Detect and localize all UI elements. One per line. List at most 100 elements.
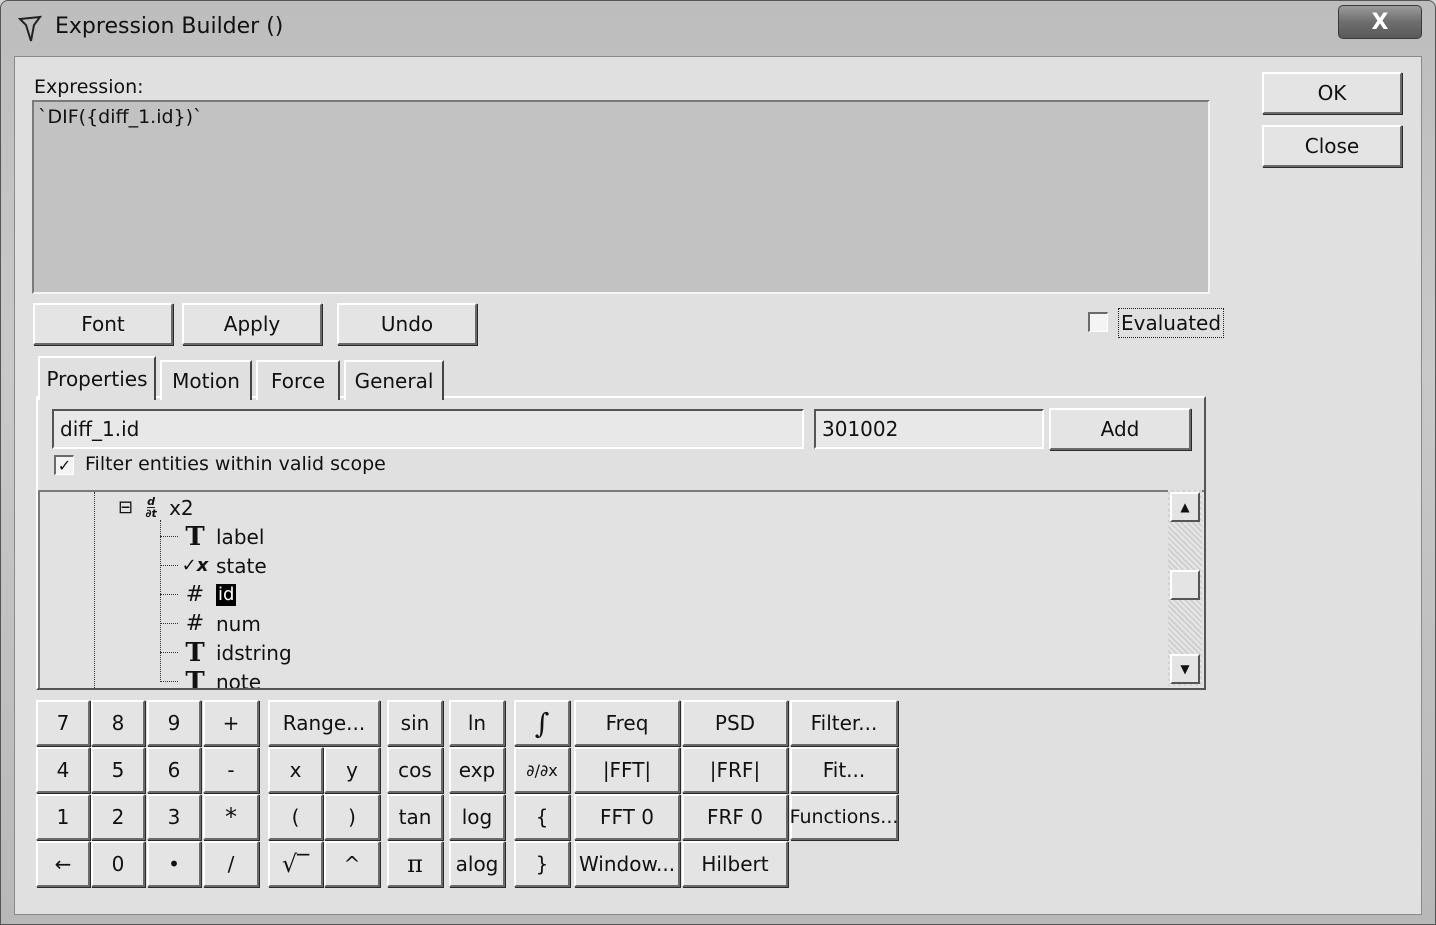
app-icon [17, 15, 43, 42]
fit-button[interactable]: Fit... [790, 747, 898, 793]
key-sin[interactable]: sin [387, 700, 443, 746]
scroll-up-button[interactable]: ▲ [1170, 492, 1200, 522]
tab-motion[interactable]: Motion [160, 360, 252, 400]
tree-guide-line [160, 594, 178, 595]
key-0[interactable]: 0 [91, 841, 145, 887]
key-ln[interactable]: ln [449, 700, 505, 746]
filter-button[interactable]: Filter... [790, 700, 898, 746]
tree-item-label: note [216, 669, 262, 689]
key-derivative[interactable]: ∂/∂x [514, 747, 570, 793]
key-exp[interactable]: exp [449, 747, 505, 793]
expression-label: Expression: [34, 76, 144, 98]
checkmark-icon: ✓ [57, 455, 72, 475]
tree-item-idstring[interactable]: T idstring [180, 638, 292, 668]
key-multiply[interactable]: * [203, 794, 259, 840]
key-sqrt[interactable]: √‾ [268, 841, 323, 887]
text-icon: T [185, 521, 205, 552]
key-9[interactable]: 9 [147, 700, 201, 746]
key-power[interactable]: ^ [324, 841, 380, 887]
key-7[interactable]: 7 [36, 700, 90, 746]
freq-button[interactable]: Freq [574, 700, 680, 746]
tab-properties[interactable]: Properties [38, 356, 156, 400]
tree-item-label: idstring [216, 640, 292, 665]
key-pi[interactable]: π [387, 841, 443, 887]
arrow-up-icon: ▲ [1180, 500, 1190, 514]
font-button[interactable]: Font [33, 303, 173, 345]
key-4[interactable]: 4 [36, 747, 90, 793]
window-button[interactable]: Window... [574, 841, 680, 887]
key-2[interactable]: 2 [91, 794, 145, 840]
tree-guide-line [160, 520, 161, 680]
undo-button[interactable]: Undo [337, 303, 477, 345]
tree-item-label: label [216, 524, 265, 549]
filter-scope-label: Filter entities within valid scope [85, 453, 386, 475]
close-button[interactable]: Close [1262, 125, 1402, 167]
ok-button[interactable]: OK [1262, 72, 1402, 114]
key-minus[interactable]: - [203, 747, 259, 793]
range-button[interactable]: Range... [268, 700, 380, 746]
tree-guide-line [94, 492, 95, 688]
tree-scrollbar[interactable]: ▲ ▼ [1168, 490, 1202, 686]
key-5[interactable]: 5 [91, 747, 145, 793]
derivative-icon: d ∂t [145, 495, 157, 520]
fft0-button[interactable]: FFT 0 [574, 794, 680, 840]
key-1[interactable]: 1 [36, 794, 90, 840]
key-8[interactable]: 8 [91, 700, 145, 746]
functions-button[interactable]: Functions... [790, 794, 898, 840]
tree-item-label: num [216, 611, 261, 636]
tab-force[interactable]: Force [256, 360, 340, 400]
expression-textarea[interactable]: `DIF({diff_1.id})` [32, 100, 1210, 294]
key-3[interactable]: 3 [147, 794, 201, 840]
frf0-button[interactable]: FRF 0 [682, 794, 788, 840]
key-right-paren[interactable]: ) [324, 794, 380, 840]
key-tan[interactable]: tan [387, 794, 443, 840]
tree-item-note[interactable]: T note [180, 666, 262, 689]
key-left-brace[interactable]: { [514, 794, 570, 840]
tree-guide-line [160, 681, 178, 682]
psd-button[interactable]: PSD [682, 700, 788, 746]
key-y[interactable]: y [324, 747, 380, 793]
tree-item-id[interactable]: # id [180, 580, 237, 609]
key-integral[interactable]: ∫ [514, 700, 570, 746]
frf-magnitude-button[interactable]: |FRF| [682, 747, 788, 793]
number-icon: # [185, 611, 205, 636]
evaluated-checkbox[interactable] [1088, 312, 1108, 332]
apply-button[interactable]: Apply [182, 303, 322, 345]
tree-item-state[interactable]: ✓x state [180, 551, 267, 580]
window-title: Expression Builder () [55, 14, 284, 39]
key-log[interactable]: log [449, 794, 505, 840]
title-bar[interactable]: Expression Builder () X [1, 1, 1436, 57]
window-close-button[interactable]: X [1338, 5, 1422, 39]
hilbert-button[interactable]: Hilbert [682, 841, 788, 887]
entity-tree[interactable]: ⊟ d ∂t x2 T label ✓x state # id # num T i… [38, 490, 1204, 688]
tree-item-x2[interactable]: ⊟ d ∂t x2 [118, 493, 194, 522]
tree-guide-line [160, 623, 178, 624]
scroll-thumb[interactable] [1170, 570, 1200, 600]
entity-path-field[interactable] [52, 409, 804, 449]
key-right-brace[interactable]: } [514, 841, 570, 887]
add-button[interactable]: Add [1049, 408, 1191, 450]
tree-guide-line [160, 652, 178, 653]
key-x[interactable]: x [268, 747, 323, 793]
key-plus[interactable]: + [203, 700, 259, 746]
tree-item-label-selected: id [216, 583, 237, 606]
fft-magnitude-button[interactable]: |FFT| [574, 747, 680, 793]
state-icon: ✓x [181, 555, 209, 576]
key-divide[interactable]: / [203, 841, 259, 887]
arrow-down-icon: ▼ [1180, 662, 1190, 676]
collapse-icon[interactable]: ⊟ [118, 497, 133, 518]
key-decimal[interactable]: • [147, 841, 201, 887]
entity-value-field[interactable] [814, 409, 1044, 449]
scroll-down-button[interactable]: ▼ [1170, 654, 1200, 684]
text-icon: T [185, 666, 205, 689]
evaluated-label[interactable]: Evaluated [1118, 308, 1225, 338]
filter-scope-checkbox[interactable]: ✓ [54, 455, 74, 475]
key-left-paren[interactable]: ( [268, 794, 323, 840]
tab-general[interactable]: General [344, 360, 444, 400]
key-alog[interactable]: alog [449, 841, 505, 887]
key-backspace[interactable]: ← [36, 841, 90, 887]
key-cos[interactable]: cos [387, 747, 443, 793]
key-6[interactable]: 6 [147, 747, 201, 793]
tree-item-label-prop[interactable]: T label [180, 521, 265, 552]
tree-item-num[interactable]: # num [180, 609, 261, 638]
